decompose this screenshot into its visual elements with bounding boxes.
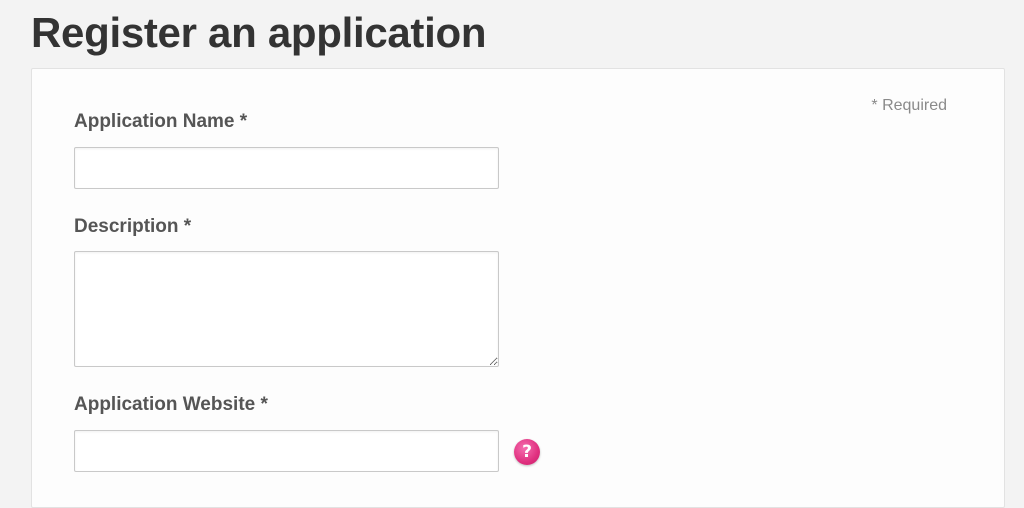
page-title: Register an application — [31, 9, 487, 56]
application-form: * Required Application Name * Descriptio… — [31, 68, 1005, 508]
required-note: * Required — [871, 97, 947, 114]
description-label: Description * — [74, 216, 192, 237]
application-website-input[interactable] — [74, 430, 499, 472]
description-textarea[interactable] — [74, 251, 499, 367]
application-name-label: Application Name * — [74, 111, 248, 132]
application-website-label: Application Website * — [74, 394, 268, 415]
help-question-icon[interactable]: ? — [514, 439, 540, 465]
application-name-input[interactable] — [74, 147, 499, 189]
